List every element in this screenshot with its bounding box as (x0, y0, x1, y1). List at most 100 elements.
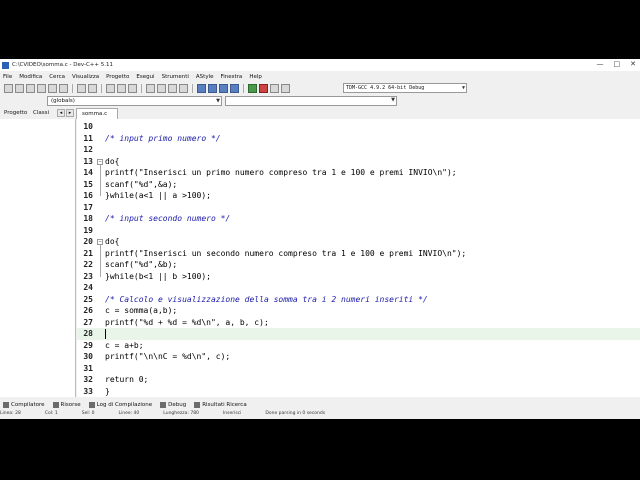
close-button[interactable]: ✕ (630, 60, 636, 68)
line-number: 29 (83, 340, 93, 350)
code-line[interactable]: 15 scanf("%d",&a); (77, 179, 640, 191)
tab-compilatore-label: Compilatore (11, 402, 45, 408)
menu-astyle[interactable]: AStyle (196, 74, 214, 80)
remove-from-project-icon[interactable] (168, 83, 177, 93)
find-icon[interactable] (106, 83, 115, 93)
debug-tab-icon (160, 402, 167, 408)
scope-select[interactable]: (globals) ▼ (47, 96, 222, 106)
tab-risultati-ricerca[interactable]: Risultati Ricerca (194, 402, 247, 408)
tab-log-label: Log di Compilazione (96, 402, 153, 408)
code-line[interactable]: 11 /* input primo numero */ (77, 133, 640, 145)
tab-compilatore[interactable]: Compilatore (3, 402, 45, 408)
code-line[interactable]: 32 return 0; (77, 374, 640, 386)
code-line[interactable]: 25 /* Calcolo e visualizzazione della som… (77, 294, 640, 306)
resources-icon (52, 402, 59, 408)
debug-icon[interactable] (270, 83, 279, 93)
member-select[interactable]: ▼ (225, 96, 397, 106)
menu-modifica[interactable]: Modifica (19, 74, 42, 80)
code-text: }while(b<1 || b >100); (105, 271, 211, 281)
code-line[interactable]: 19 (77, 225, 640, 237)
code-line[interactable]: 29 c = a+b; (77, 340, 640, 352)
menu-progetto[interactable]: Progetto (106, 74, 129, 80)
code-line[interactable]: 17 (77, 202, 640, 214)
code-line[interactable]: 16}while(a<1 || a >100); (77, 190, 640, 202)
maximize-button[interactable]: □ (614, 60, 621, 68)
stop-execution-icon[interactable] (259, 83, 268, 93)
code-line[interactable]: 21 printf("Inserisci un secondo numero co… (77, 248, 640, 260)
line-number: 16 (83, 191, 93, 200)
menu-help[interactable]: Help (249, 74, 262, 80)
devcpp-app-icon (2, 61, 9, 69)
status-bar: Linea: 28 Col: 1 Sel: 0 Linee: 40 Lunghe… (0, 411, 640, 419)
line-number: 33 (83, 386, 93, 396)
new-project-icon[interactable] (146, 83, 155, 93)
profile-icon[interactable] (281, 83, 290, 93)
line-number: 27 (83, 317, 93, 327)
check-syntax-icon[interactable] (248, 83, 257, 93)
print-icon[interactable] (59, 83, 68, 93)
save-all-icon[interactable] (37, 83, 46, 93)
code-line[interactable]: 26 c = somma(a,b); (77, 305, 640, 317)
menu-file[interactable]: File (3, 74, 12, 80)
tab-scroll-left-icon[interactable]: ◂ (57, 109, 65, 117)
project-options-icon[interactable] (179, 83, 188, 93)
line-number: 18 (83, 214, 93, 223)
redo-icon[interactable] (88, 83, 97, 93)
code-line[interactable]: 24 (77, 282, 640, 294)
tab-risorse[interactable]: Risorse (52, 402, 81, 408)
line-number: 23 (83, 271, 93, 281)
file-tab-somma[interactable]: somma.c (76, 108, 118, 119)
tab-progetto[interactable]: Progetto (4, 110, 27, 116)
project-panel[interactable] (0, 119, 76, 397)
status-col: Col: 1 (44, 411, 58, 416)
compile-icon[interactable] (197, 83, 206, 93)
code-line[interactable]: 33} (77, 386, 640, 398)
tab-risorse-label: Risorse (60, 402, 81, 408)
window-title: C:\CVIDEO\somma.c - Dev-C++ 5.11 (12, 62, 113, 68)
run-icon[interactable] (208, 83, 217, 93)
chevron-down-icon: ▼ (216, 98, 220, 104)
code-line[interactable]: 31 (77, 363, 640, 375)
code-line[interactable]: 14 printf("Inserisci un primo numero comp… (77, 167, 640, 179)
dev-cpp-window: C:\CVIDEO\somma.c - Dev-C++ 5.11 — □ ✕ F… (0, 59, 640, 419)
compile-run-icon[interactable] (219, 83, 228, 93)
toolbar-separator (101, 83, 102, 93)
line-number: 13 (83, 156, 93, 166)
search-results-icon (194, 402, 201, 408)
code-line[interactable]: 20− do{ (77, 236, 640, 248)
undo-icon[interactable] (77, 83, 86, 93)
tab-log-compilazione[interactable]: Log di Compilazione (88, 402, 153, 408)
menu-finestra[interactable]: Finestra (220, 74, 242, 80)
line-number: 11 (83, 133, 93, 143)
tab-scroll-right-icon[interactable]: ▸ (66, 109, 74, 117)
code-line[interactable]: 23 }while(b<1 || b >100); (77, 271, 640, 283)
code-line[interactable]: 30 printf("\n\nC = %d\n", c); (77, 351, 640, 363)
code-text: printf("Inserisci un secondo numero comp… (105, 248, 467, 258)
code-line[interactable]: 13− do{ (77, 156, 640, 168)
code-line[interactable]: 22 scanf("%d",&b); (77, 259, 640, 271)
open-file-icon[interactable] (15, 83, 24, 93)
tab-debug[interactable]: Debug (160, 402, 186, 408)
goto-line-icon[interactable] (128, 83, 137, 93)
menu-esegui[interactable]: Esegui (136, 74, 154, 80)
new-file-icon[interactable] (4, 83, 13, 93)
code-line[interactable]: 27 printf("%d + %d = %d\n", a, b, c); (77, 317, 640, 329)
menu-visualizza[interactable]: Visualizza (72, 74, 99, 80)
tab-classi[interactable]: Classi (33, 110, 49, 116)
add-to-project-icon[interactable] (157, 83, 166, 93)
code-line[interactable]: 28 (77, 328, 640, 340)
menu-cerca[interactable]: Cerca (49, 74, 65, 80)
code-line[interactable]: 10 (77, 121, 640, 133)
code-line[interactable]: 18 /* input secondo numero */ (77, 213, 640, 225)
menu-strumenti[interactable]: Strumenti (162, 74, 189, 80)
rebuild-icon[interactable] (230, 83, 239, 93)
replace-icon[interactable] (117, 83, 126, 93)
code-line[interactable]: 12 (77, 144, 640, 156)
code-text: c = a+b; (105, 340, 144, 350)
code-editor[interactable]: 10 11 /* input primo numero */ 12 13− do{14 pr… (77, 119, 640, 397)
compiler-select[interactable]: TDM-GCC 4.9.2 64-bit Debug ▼ (343, 83, 467, 93)
status-mode: Inserisci (222, 411, 242, 416)
minimize-button[interactable]: — (597, 60, 604, 68)
save-icon[interactable] (26, 83, 35, 93)
close-file-icon[interactable] (48, 83, 57, 93)
